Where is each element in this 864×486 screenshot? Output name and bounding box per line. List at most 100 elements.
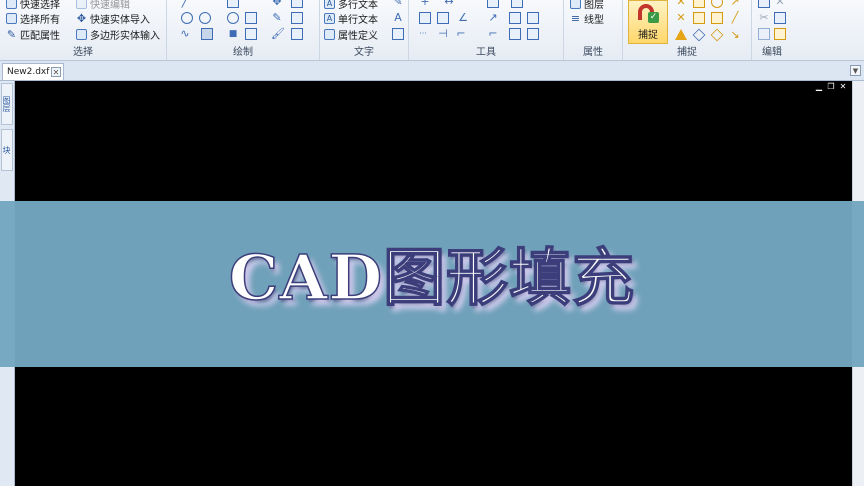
grid-icon xyxy=(76,29,87,40)
group-icon[interactable] xyxy=(509,28,521,40)
hatch-icon[interactable] xyxy=(201,28,213,40)
polygon-entity-input-button[interactable]: 多边形实体输入 xyxy=(76,27,160,42)
side-panel-blocks-tab[interactable]: 块 xyxy=(1,129,13,171)
properties-group: 图层 ≡ 线型 属性 xyxy=(564,0,623,60)
circle-3p-icon[interactable] xyxy=(199,12,211,24)
text-align-icon[interactable]: A xyxy=(392,12,404,24)
tools-group: + ↔ ∠ ↗ ··· ⊣ ⌐ ⌐ 工具 xyxy=(409,0,564,60)
leader-icon[interactable]: ⌐ xyxy=(455,28,467,40)
cut-icon[interactable]: ✂ xyxy=(758,12,770,24)
text-group-label: 文字 xyxy=(354,47,374,58)
dimension-icon[interactable]: ↔ xyxy=(443,0,455,8)
banner-title: CAD图形填充 xyxy=(228,240,636,315)
paste-icon[interactable] xyxy=(774,12,786,24)
dotted-line-icon[interactable]: ··· xyxy=(417,28,429,40)
snap-group-label: 捕捉 xyxy=(677,47,697,58)
snap-nearest-icon[interactable]: ↘ xyxy=(729,29,741,41)
edit-group-label: 编辑 xyxy=(762,47,782,58)
angle-dim-icon[interactable]: ∠ xyxy=(457,12,469,24)
snap-toggle-button[interactable]: ✓ 捕捉 xyxy=(628,0,668,44)
draw-group-label: 绘制 xyxy=(233,47,253,58)
area-icon[interactable] xyxy=(511,0,523,8)
point-icon[interactable]: ■ xyxy=(227,28,239,40)
tools-group-label: 工具 xyxy=(476,47,496,58)
link-icon[interactable] xyxy=(527,12,539,24)
edit-group: ✕ ✂ 编辑 xyxy=(752,0,792,60)
move-icon: ✥ xyxy=(76,12,87,25)
minimize-icon[interactable]: ▁ xyxy=(814,83,824,91)
draw-group: ╱ ⌒ ✥ ✎ ∿ ■ 🖌 绘制 xyxy=(167,0,320,60)
text-group: A 多行文本 A 单行文本 属性定义 ✎ A 文字 xyxy=(320,0,409,60)
circle-icon[interactable] xyxy=(181,12,193,24)
image-icon[interactable] xyxy=(291,12,303,24)
line-icon[interactable]: ╱ xyxy=(179,0,191,8)
clipboard-icon[interactable] xyxy=(774,28,786,40)
layers-button[interactable]: 图层 xyxy=(570,0,604,11)
text-icon: A xyxy=(324,13,335,24)
snap-parallel-icon[interactable]: ╱ xyxy=(729,12,741,24)
polyline-icon[interactable]: ⌒ xyxy=(199,0,211,8)
snap-toggle-label: 捕捉 xyxy=(638,30,658,41)
quick-entity-import-button[interactable]: ✥ 快速实体导入 xyxy=(76,11,150,26)
arc-icon[interactable] xyxy=(227,12,239,24)
pan-icon[interactable]: ✥ xyxy=(271,0,283,8)
linetype-icon: ≡ xyxy=(570,12,581,25)
single-line-text-button[interactable]: A 单行文本 xyxy=(324,11,378,26)
distance-icon[interactable] xyxy=(487,0,499,8)
quick-select-button[interactable]: 快速选择 xyxy=(6,0,60,11)
linear-dim-icon[interactable] xyxy=(419,12,431,24)
restore-icon[interactable]: ❐ xyxy=(826,83,836,91)
snap-cross-icon[interactable]: ✕ xyxy=(675,12,687,24)
block-icon[interactable] xyxy=(291,0,303,8)
table-icon[interactable] xyxy=(291,28,303,40)
snap-midpoint-icon[interactable] xyxy=(693,12,705,24)
linetype-button[interactable]: ≡ 线型 xyxy=(570,11,604,26)
close-icon[interactable]: ✕ xyxy=(51,67,61,77)
corner-icon[interactable]: ⌐ xyxy=(487,28,499,40)
measure-icon[interactable]: + xyxy=(419,0,431,8)
snap-perpendicular-icon[interactable] xyxy=(675,29,687,40)
match-properties-button[interactable]: ✎ 匹配属性 xyxy=(6,27,60,42)
edit-icon xyxy=(76,0,87,9)
undo-icon[interactable] xyxy=(758,28,770,40)
snap-node-icon[interactable] xyxy=(711,12,723,24)
snap-endpoint-icon[interactable] xyxy=(693,0,705,8)
chevron-down-icon[interactable]: ▼ xyxy=(850,65,861,76)
region-icon[interactable] xyxy=(245,12,257,24)
snap-intersection-icon[interactable]: ✕ xyxy=(675,0,687,8)
spline-icon[interactable]: ∿ xyxy=(179,28,191,40)
baseline-dim-icon[interactable]: ⊣ xyxy=(437,28,449,40)
close-icon[interactable]: ✕ xyxy=(838,83,848,91)
snap-tangent-icon[interactable]: ↗ xyxy=(729,0,741,8)
document-tab-label: New2.dxf xyxy=(7,67,50,77)
window-controls: ▁ ❐ ✕ xyxy=(814,83,848,91)
side-panel-blocks-label: 块 xyxy=(2,146,11,154)
title-banner: CAD图形填充 xyxy=(0,201,864,367)
properties-tool-icon[interactable] xyxy=(527,28,539,40)
delete-icon[interactable]: ✕ xyxy=(774,0,786,8)
radius-dim-icon[interactable]: ↗ xyxy=(487,12,499,24)
mtext-icon: A xyxy=(324,0,335,9)
attribute-definition-button[interactable]: 属性定义 xyxy=(324,27,378,42)
rectangle-icon[interactable] xyxy=(227,0,239,8)
text-edit-icon[interactable] xyxy=(392,28,404,40)
brush-icon[interactable]: 🖌 xyxy=(271,28,285,40)
copy-tool-icon[interactable] xyxy=(509,12,521,24)
aligned-dim-icon[interactable] xyxy=(437,12,449,24)
document-tab-strip: New2.dxf ✕ ▼ xyxy=(0,61,864,81)
mtext-button[interactable]: A 多行文本 xyxy=(324,0,378,11)
pen-icon[interactable]: ✎ xyxy=(271,12,283,24)
select-all-button[interactable]: 选择所有 xyxy=(6,11,60,26)
text-style-icon[interactable]: ✎ xyxy=(392,0,404,8)
ribbon-toolbar: 快速选择 选择所有 ✎ 匹配属性 快速编辑 ✥ 快速实体导入 多边形实体输入 选… xyxy=(0,0,864,61)
wipeout-icon[interactable] xyxy=(245,28,257,40)
quick-edit-button[interactable]: 快速编辑 xyxy=(76,0,130,11)
select-group-label: 选择 xyxy=(73,47,93,58)
side-panel-layers-tab[interactable]: 图层 xyxy=(1,83,13,125)
side-panel-layers-label: 图层 xyxy=(2,96,11,112)
document-tab[interactable]: New2.dxf ✕ xyxy=(2,63,64,80)
copy-icon[interactable] xyxy=(758,0,770,8)
select-group: 快速选择 选择所有 ✎ 匹配属性 快速编辑 ✥ 快速实体导入 多边形实体输入 选… xyxy=(0,0,167,60)
brush-icon: ✎ xyxy=(6,28,17,41)
check-icon: ✓ xyxy=(648,12,659,23)
